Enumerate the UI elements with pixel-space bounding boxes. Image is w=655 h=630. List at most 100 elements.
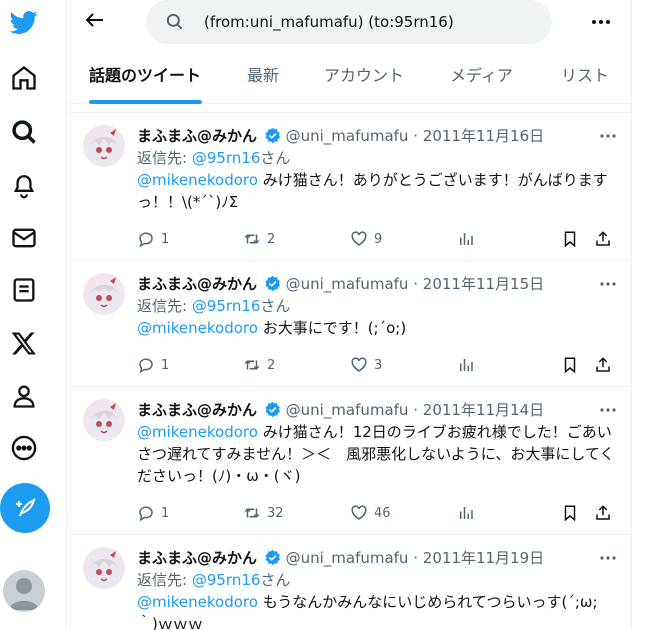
retweet-count: 2 bbox=[267, 231, 276, 247]
bookmark-button[interactable] bbox=[561, 229, 585, 249]
mention-link[interactable]: @mikenekodoro bbox=[137, 593, 258, 611]
handle[interactable]: @uni_mafumafu bbox=[286, 275, 409, 293]
tweet-header: まふまふ@みかん @uni_mafumafu · 2011年11月15日 bbox=[137, 273, 617, 295]
bookmark-icon bbox=[564, 505, 576, 522]
tweet[interactable]: まふまふ@みかん @uni_mafumafu · 2011年11月14日 @mi… bbox=[67, 386, 633, 534]
avatar[interactable] bbox=[83, 399, 125, 441]
more-horizontal-icon[interactable] bbox=[588, 10, 614, 34]
tweet[interactable]: まふまふ@みかん @uni_mafumafu · 2011年11月15日 返信先… bbox=[67, 260, 633, 386]
more-horizontal-icon[interactable] bbox=[599, 549, 617, 567]
tab-people[interactable]: アカウント bbox=[324, 52, 404, 104]
like-button[interactable]: 3 bbox=[350, 355, 382, 375]
tweet-header: まふまふ@みかん @uni_mafumafu · 2011年11月16日 bbox=[137, 125, 617, 147]
like-button[interactable]: 46 bbox=[350, 503, 391, 523]
like-button[interactable]: 9 bbox=[350, 229, 382, 249]
more-horizontal-icon[interactable] bbox=[599, 127, 617, 145]
separator: · bbox=[413, 401, 419, 419]
retweet-icon bbox=[244, 508, 260, 518]
more-horizontal-icon[interactable] bbox=[599, 401, 617, 419]
share-button[interactable] bbox=[594, 229, 618, 249]
tweet-actions: 1 2 3 bbox=[137, 355, 617, 375]
back-arrow-icon[interactable] bbox=[83, 8, 107, 32]
reply-to-link[interactable]: @95rn16 bbox=[192, 571, 261, 589]
account-avatar[interactable] bbox=[3, 570, 45, 612]
tweet-header: まふまふ@みかん @uni_mafumafu · 2011年11月19日 bbox=[137, 547, 617, 569]
views-button[interactable] bbox=[457, 229, 481, 249]
retweet-button[interactable]: 2 bbox=[243, 355, 275, 375]
left-nav bbox=[0, 0, 66, 630]
verified-icon bbox=[265, 401, 280, 418]
share-icon bbox=[596, 231, 610, 246]
reply-to-link[interactable]: @95rn16 bbox=[192, 297, 261, 315]
notifications-icon[interactable] bbox=[8, 169, 40, 201]
lists-icon[interactable] bbox=[8, 274, 40, 306]
home-icon[interactable] bbox=[8, 62, 40, 94]
reply-button[interactable]: 1 bbox=[137, 503, 169, 523]
avatar[interactable] bbox=[83, 273, 125, 315]
mention-link[interactable]: @mikenekodoro bbox=[137, 171, 258, 189]
avatar[interactable] bbox=[83, 547, 125, 589]
x-logo-icon[interactable] bbox=[8, 327, 40, 359]
reply-button[interactable]: 1 bbox=[137, 229, 169, 249]
reply-prefix: 返信先: bbox=[137, 297, 192, 315]
display-name[interactable]: まふまふ@みかん bbox=[137, 401, 257, 419]
views-icon bbox=[460, 507, 473, 519]
timestamp[interactable]: 2011年11月16日 bbox=[423, 127, 544, 145]
twitter-logo-icon[interactable] bbox=[8, 6, 40, 38]
timestamp[interactable]: 2011年11月19日 bbox=[423, 549, 544, 567]
tweet-text-body: お大事にです！(;´o;) bbox=[257, 319, 407, 337]
bookmark-button[interactable] bbox=[561, 355, 585, 375]
more-horizontal-icon[interactable] bbox=[599, 275, 617, 293]
handle[interactable]: @uni_mafumafu bbox=[286, 401, 409, 419]
retweet-icon bbox=[244, 234, 260, 244]
display-name[interactable]: まふまふ@みかん bbox=[137, 127, 257, 145]
profile-icon[interactable] bbox=[8, 380, 40, 412]
search-icon[interactable] bbox=[8, 116, 40, 148]
share-button[interactable] bbox=[594, 355, 618, 375]
like-icon bbox=[351, 505, 367, 520]
like-count: 3 bbox=[374, 357, 383, 373]
reply-suffix: さん bbox=[260, 571, 291, 589]
views-button[interactable] bbox=[457, 355, 481, 375]
tweet-body: まふまふ@みかん @uni_mafumafu · 2011年11月19日 返信先… bbox=[137, 547, 617, 630]
bookmark-icon bbox=[564, 231, 576, 248]
post-button[interactable] bbox=[0, 483, 50, 533]
tab-lists[interactable]: リスト bbox=[561, 52, 609, 104]
views-button[interactable] bbox=[457, 503, 481, 523]
handle[interactable]: @uni_mafumafu bbox=[286, 549, 409, 567]
tweet-text: @mikenekodoro お大事にです！(;´o;) bbox=[137, 317, 617, 339]
avatar[interactable] bbox=[83, 125, 125, 167]
share-button[interactable] bbox=[594, 503, 618, 523]
mention-link[interactable]: @mikenekodoro bbox=[137, 319, 258, 337]
retweet-button[interactable]: 2 bbox=[243, 229, 275, 249]
tab-media[interactable]: メディア bbox=[450, 52, 513, 104]
retweet-button[interactable]: 32 bbox=[243, 503, 284, 523]
display-name[interactable]: まふまふ@みかん bbox=[137, 275, 257, 293]
tweet-body: まふまふ@みかん @uni_mafumafu · 2011年11月16日 返信先… bbox=[137, 125, 617, 213]
tab-latest[interactable]: 最新 bbox=[247, 52, 279, 104]
display-name[interactable]: まふまふ@みかん bbox=[137, 549, 257, 567]
tweet[interactable]: まふまふ@みかん @uni_mafumafu · 2011年11月16日 返信先… bbox=[67, 112, 633, 260]
tweet-text: @mikenekodoro みけ猫さん！12日のライブお疲れ様でした！ごあいさつ… bbox=[137, 421, 617, 487]
handle[interactable]: @uni_mafumafu bbox=[286, 127, 409, 145]
search-box[interactable]: (from:uni_mafumafu) (to:95rn16) bbox=[146, 0, 552, 44]
tweet[interactable]: まふまふ@みかん @uni_mafumafu · 2011年11月19日 返信先… bbox=[67, 534, 633, 630]
mention-link[interactable]: @mikenekodoro bbox=[137, 423, 258, 441]
active-tab-indicator bbox=[89, 100, 202, 104]
reply-to-link[interactable]: @95rn16 bbox=[192, 149, 261, 167]
bookmark-button[interactable] bbox=[561, 503, 585, 523]
messages-icon[interactable] bbox=[8, 222, 40, 254]
tweet-feed: まふまふ@みかん @uni_mafumafu · 2011年11月16日 返信先… bbox=[67, 112, 633, 630]
verified-icon bbox=[265, 549, 280, 566]
search-input[interactable]: (from:uni_mafumafu) (to:95rn16) bbox=[204, 0, 534, 44]
verified-icon bbox=[265, 127, 280, 144]
tweet-actions: 1 2 9 bbox=[137, 229, 617, 249]
search-tabs: 話題のツイート 最新 アカウント メディア リスト bbox=[67, 52, 633, 104]
more-icon[interactable] bbox=[8, 432, 40, 464]
reply-context: 返信先: @95rn16さん bbox=[137, 295, 617, 317]
tab-top[interactable]: 話題のツイート bbox=[89, 52, 201, 104]
timestamp[interactable]: 2011年11月15日 bbox=[423, 275, 544, 293]
reply-button[interactable]: 1 bbox=[137, 355, 169, 375]
timestamp[interactable]: 2011年11月14日 bbox=[423, 401, 544, 419]
tweet-text: @mikenekodoro みけ猫さん！ありがとうございます！がんばりますっ！！… bbox=[137, 169, 617, 213]
